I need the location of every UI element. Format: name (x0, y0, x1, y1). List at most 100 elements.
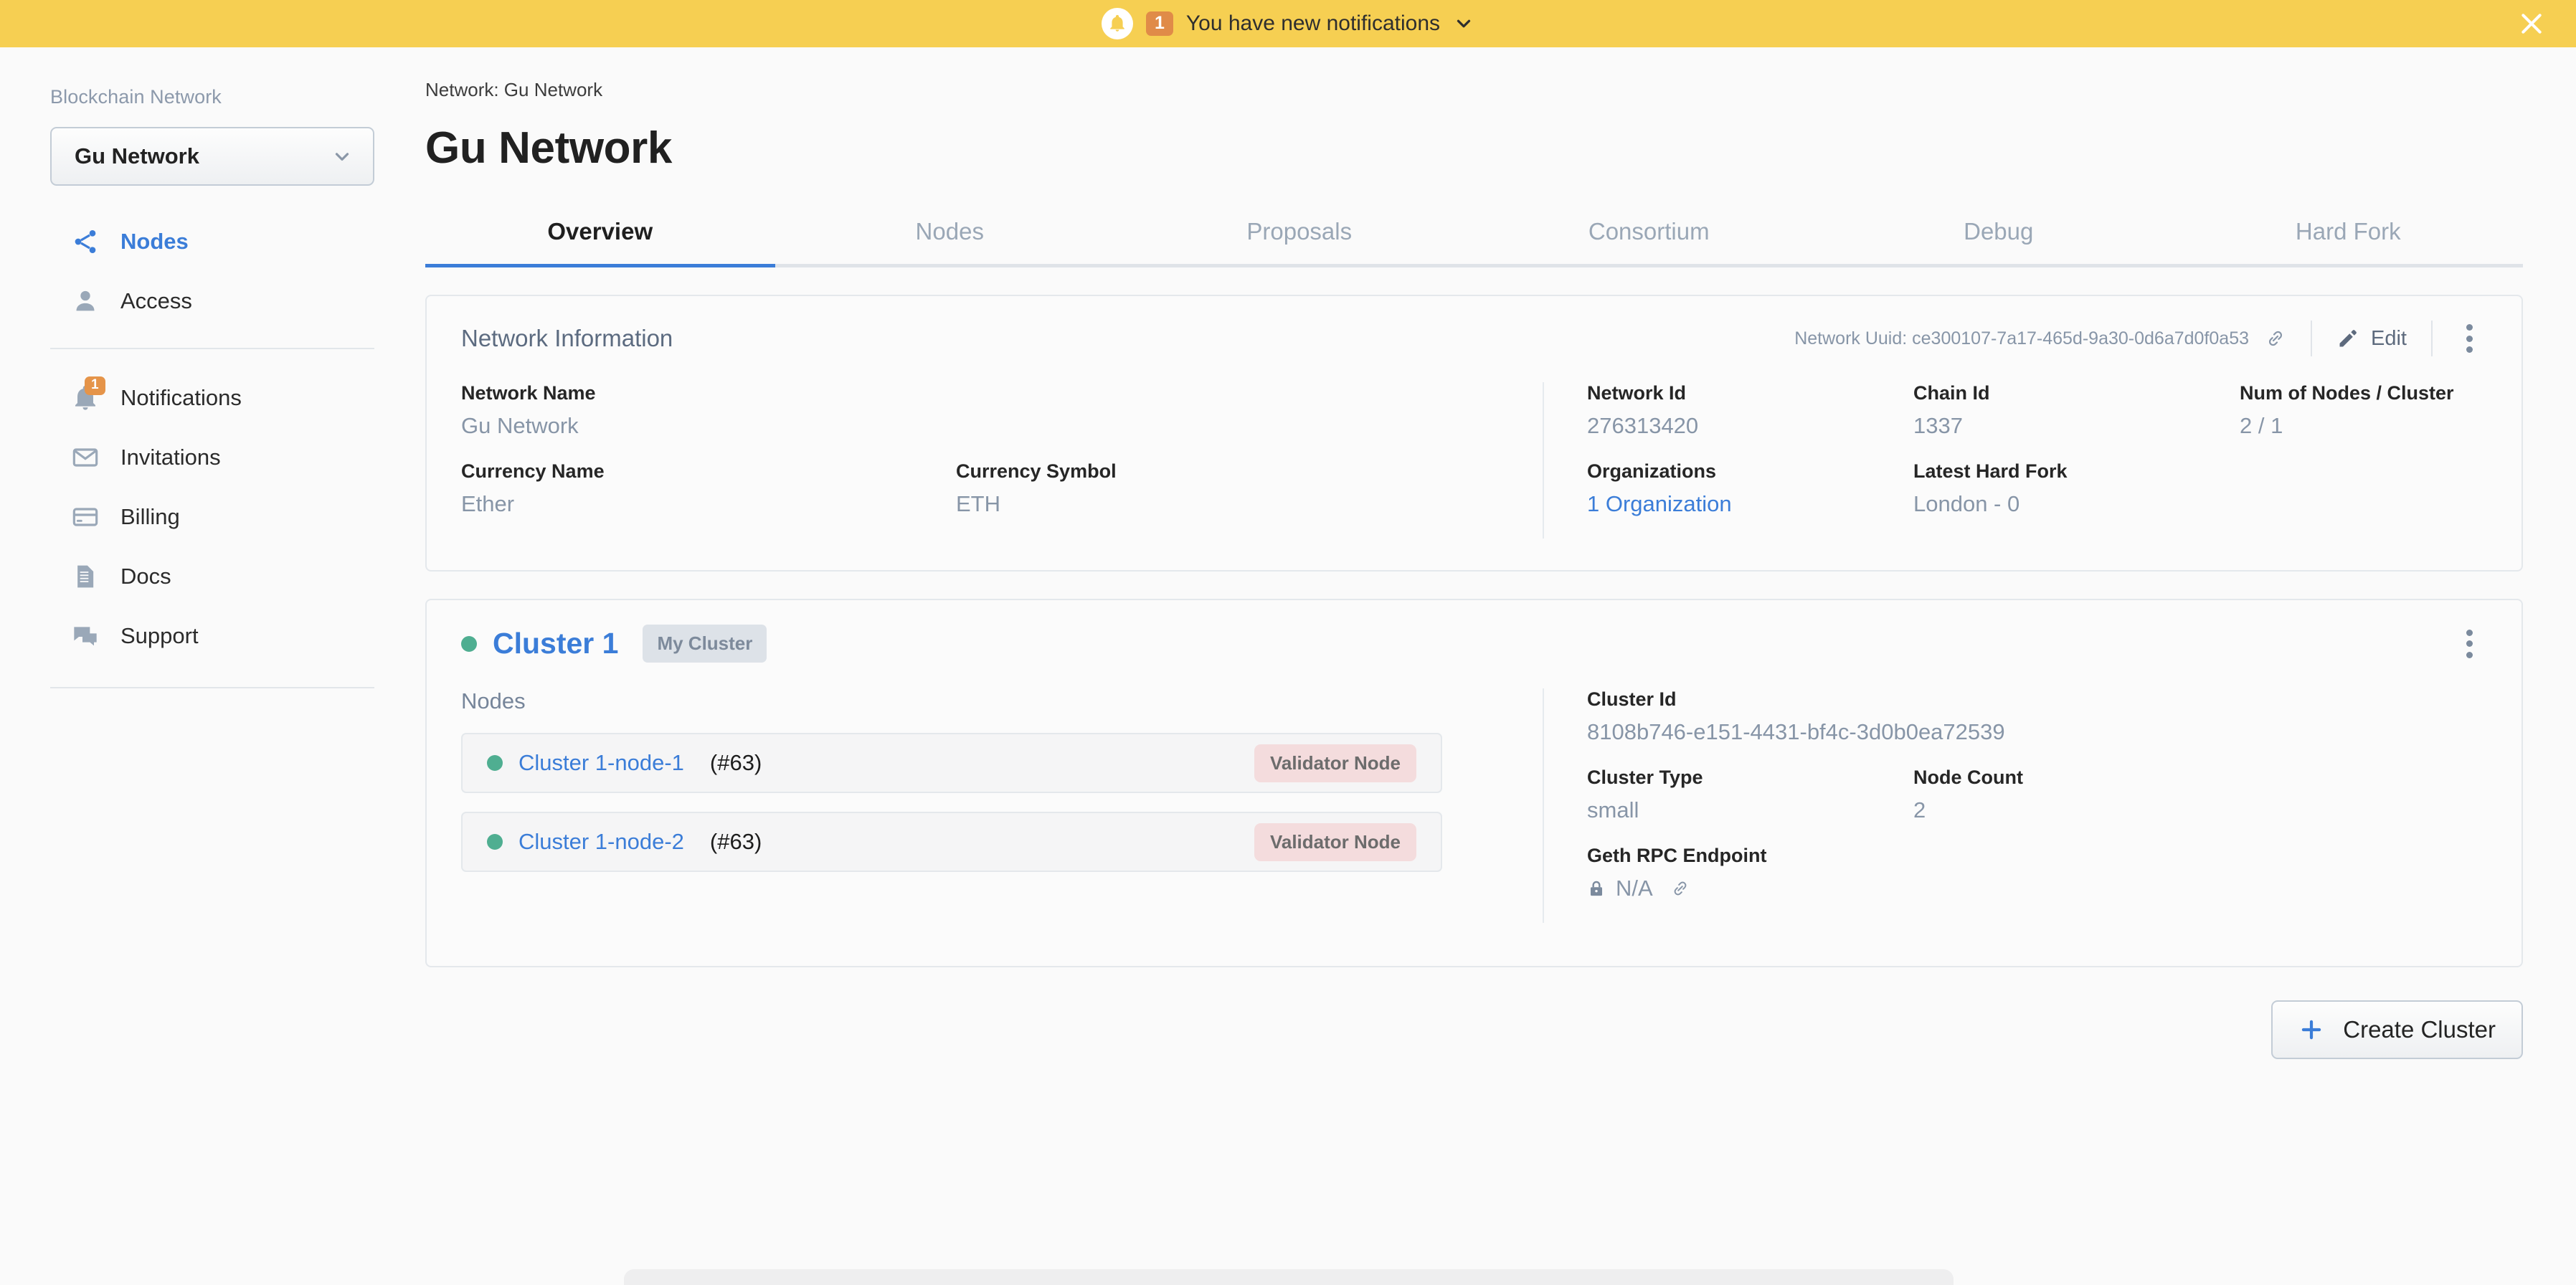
field-geth-rpc-endpoint: Geth RPC Endpoint N/A (1587, 845, 2487, 901)
main-content: Network: Gu Network Gu Network Overview … (425, 47, 2576, 1285)
sidebar-item-label: Notifications (120, 384, 242, 410)
field-num-nodes-cluster: Num of Nodes / Cluster 2 / 1 (2240, 382, 2454, 439)
node-role-badge: Validator Node (1254, 822, 1416, 861)
node-row[interactable]: Cluster 1-node-2 (#63) Validator Node (461, 812, 1442, 872)
edit-button[interactable]: Edit (2336, 327, 2407, 351)
field-latest-hard-fork: Latest Hard Fork London - 0 (1913, 460, 2240, 517)
breadcrumb: Network: Gu Network (425, 79, 603, 100)
notification-banner: 1 You have new notifications (0, 0, 2576, 47)
sidebar-item-billing[interactable]: Billing (50, 487, 375, 546)
page-footer: Create Cluster (425, 1000, 2523, 1059)
create-cluster-label: Create Cluster (2343, 1016, 2496, 1043)
field-label: Latest Hard Fork (1913, 460, 2068, 482)
link-icon[interactable] (2265, 328, 2286, 349)
cluster-header: Cluster 1 My Cluster (427, 600, 2521, 663)
banner-message: You have new notifications (1185, 11, 1441, 35)
field-organizations: Organizations 1 Organization (1587, 460, 1913, 517)
field-label: Chain Id (1913, 382, 1990, 404)
geth-rpc-value: N/A (1616, 876, 1653, 901)
close-icon[interactable] (2517, 9, 2546, 38)
sidebar: Blockchain Network Gu Network Nodes Acce… (0, 47, 425, 1285)
field-currency-symbol: Currency Symbol ETH (956, 460, 1117, 517)
kebab-menu-icon[interactable] (2457, 629, 2481, 658)
sidebar-item-nodes[interactable]: Nodes (50, 212, 375, 271)
cluster-card: Cluster 1 My Cluster Nodes Cluster 1-nod… (425, 599, 2523, 967)
tab-hard-fork[interactable]: Hard Fork (2174, 207, 2524, 264)
sidebar-item-label: Invitations (120, 444, 221, 470)
chevron-down-icon[interactable] (1453, 13, 1474, 34)
field-label: Cluster Type (1587, 767, 1703, 788)
field-network-id: Network Id 276313420 (1587, 382, 1913, 439)
node-row-left: Cluster 1-node-1 (#63) (487, 750, 762, 776)
node-status-dot (487, 834, 503, 850)
field-label: Geth RPC Endpoint (1587, 845, 1767, 866)
nodes-section-label: Nodes (461, 688, 526, 713)
bell-icon: 1 (70, 376, 105, 413)
node-name-link[interactable]: Cluster 1-node-1 (518, 750, 684, 776)
network-select-value: Gu Network (75, 143, 199, 169)
node-name-link[interactable]: Cluster 1-node-2 (518, 829, 684, 855)
credit-card-icon (70, 502, 100, 532)
document-icon (70, 561, 100, 592)
sidebar-item-invitations[interactable]: Invitations (50, 427, 375, 487)
network-select[interactable]: Gu Network (50, 127, 374, 186)
field-label: Currency Name (461, 460, 605, 482)
field-value: 2 / 1 (2240, 413, 2283, 438)
banner-count-badge: 1 (1145, 11, 1173, 37)
network-info-right-column: Network Id 276313420 Chain Id 1337 Num o… (1544, 382, 2487, 539)
field-label: Network Name (461, 382, 596, 404)
tab-consortium[interactable]: Consortium (1474, 207, 1824, 264)
sidebar-item-docs[interactable]: Docs (50, 546, 375, 606)
field-cluster-type: Cluster Type small (1587, 767, 1913, 823)
create-cluster-button[interactable]: Create Cluster (2271, 1000, 2523, 1059)
tab-overview[interactable]: Overview (425, 207, 775, 267)
tab-bar: Overview Nodes Proposals Consortium Debu… (425, 207, 2523, 267)
banner-bell-badge (1101, 8, 1133, 39)
tab-nodes[interactable]: Nodes (775, 207, 1125, 264)
my-cluster-badge: My Cluster (643, 625, 767, 663)
field-label: Cluster Id (1587, 688, 1677, 710)
field-chain-id: Chain Id 1337 (1913, 382, 2240, 439)
cluster-body: Nodes Cluster 1-node-1 (#63) Validator N… (427, 663, 2521, 966)
network-information-title: Network Information (461, 325, 673, 351)
link-icon[interactable] (1670, 878, 1690, 898)
tab-debug[interactable]: Debug (1824, 207, 2174, 264)
sidebar-section-label: Blockchain Network (50, 86, 222, 108)
page-title: Gu Network (425, 123, 672, 173)
node-row[interactable]: Cluster 1-node-1 (#63) Validator Node (461, 733, 1442, 793)
field-value: Ether (461, 491, 515, 516)
network-information-card: Network Information Network Uuid: ce3001… (425, 295, 2523, 572)
lock-icon (1590, 881, 1603, 896)
window-bottom-edge (624, 1269, 1954, 1285)
field-value: 2 (1913, 797, 1926, 822)
organizations-link[interactable]: 1 Organization (1587, 491, 1913, 517)
plus-icon (2302, 1020, 2321, 1040)
cluster-status-dot (461, 635, 477, 652)
field-cluster-id: Cluster Id 8108b746-e151-4431-bf4c-3d0b0… (1587, 688, 2487, 745)
field-value: Gu Network (461, 413, 579, 438)
tab-proposals[interactable]: Proposals (1124, 207, 1474, 264)
sidebar-item-label: Access (120, 288, 192, 313)
sidebar-item-notifications[interactable]: 1 Notifications (50, 368, 375, 427)
node-number: (#63) (709, 750, 762, 775)
field-label: Network Id (1587, 382, 1687, 404)
field-label: Num of Nodes / Cluster (2240, 382, 2454, 404)
field-node-count: Node Count 2 (1913, 767, 2023, 823)
sidebar-item-support[interactable]: Support (50, 606, 375, 665)
cluster-name-link[interactable]: Cluster 1 (493, 627, 618, 660)
field-value: 276313420 (1587, 413, 1699, 438)
sidebar-divider-bottom (50, 687, 374, 688)
field-currency-name: Currency Name Ether (461, 460, 956, 517)
sidebar-item-label: Nodes (120, 228, 189, 254)
edit-button-label: Edit (2371, 326, 2407, 350)
node-status-dot (487, 755, 503, 771)
sidebar-nav-secondary: 1 Notifications Invitations Billing Docs… (50, 368, 375, 665)
node-role-badge: Validator Node (1254, 744, 1416, 782)
node-number: (#63) (709, 829, 762, 854)
geth-rpc-value-row: N/A (1587, 876, 2487, 901)
field-value: 1337 (1913, 413, 1963, 438)
field-value: small (1587, 797, 1639, 822)
kebab-menu-icon[interactable] (2457, 324, 2481, 353)
sidebar-item-access[interactable]: Access (50, 271, 375, 331)
share-nodes-icon (70, 227, 100, 257)
